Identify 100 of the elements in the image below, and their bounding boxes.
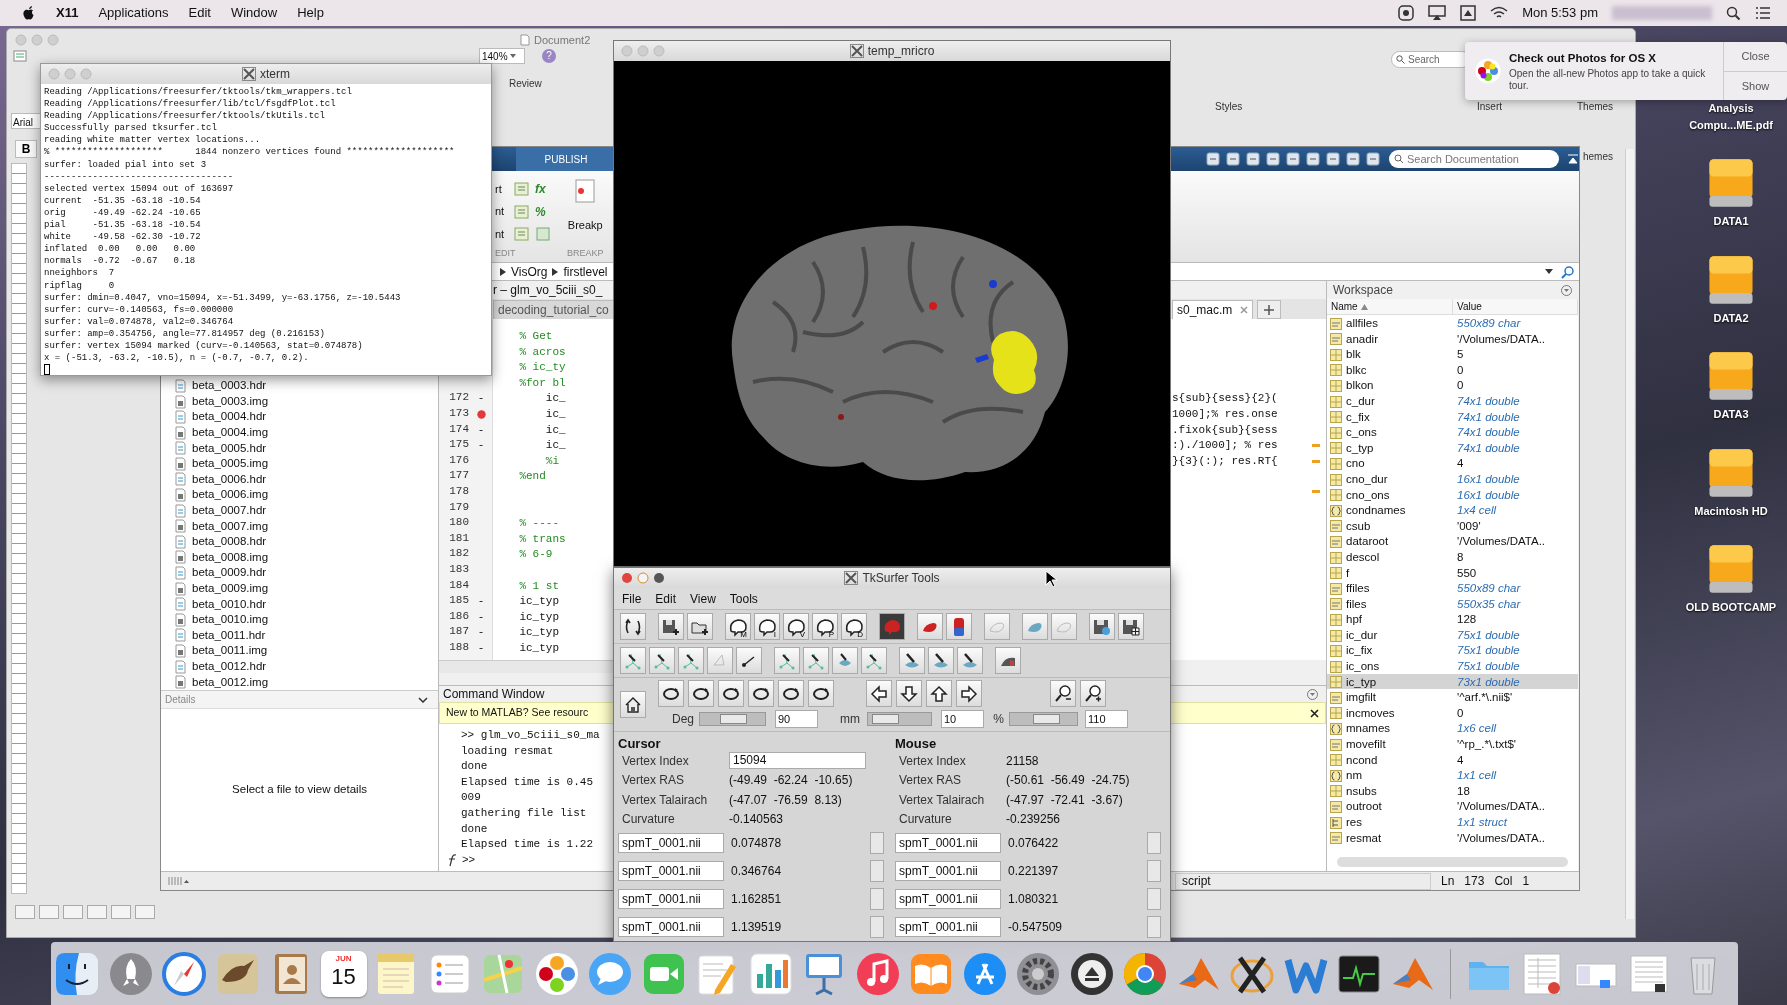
save-grid-button[interactable]: [1118, 613, 1144, 640]
workspace-row[interactable]: descol 8: [1327, 548, 1578, 565]
file-name[interactable]: beta_0004.img: [192, 424, 269, 442]
wifi-icon[interactable]: [1490, 6, 1509, 20]
file-name[interactable]: beta_0009.hdr: [192, 564, 267, 582]
workspace-row[interactable]: c_dur 74x1 double: [1327, 392, 1578, 409]
file-name[interactable]: beta_0011.hdr: [192, 626, 266, 645]
menu-clock[interactable]: Mon 5:53 pm: [1522, 3, 1598, 23]
workspace-row[interactable]: c_typ 74x1 double: [1327, 439, 1578, 456]
grip-icon[interactable]: [167, 876, 189, 886]
console-prompt[interactable]: >>: [462, 852, 476, 869]
file-name[interactable]: beta_0004.hdr: [192, 408, 267, 426]
workspace-row[interactable]: f 550: [1327, 564, 1578, 581]
menu-item[interactable]: Help: [297, 3, 324, 23]
function-icon[interactable]: [447, 854, 459, 868]
ribbon-tab[interactable]: Review: [509, 76, 542, 91]
file-name[interactable]: beta_0003.hdr: [192, 377, 267, 395]
drive-label[interactable]: OLD BOOTCAMP: [1677, 599, 1785, 616]
workspace-row[interactable]: allfiles 550x89 char: [1327, 315, 1578, 331]
workspace-row[interactable]: movefilt '^rp_.*\.txt$': [1327, 736, 1578, 752]
file-name[interactable]: beta_0009.img: [192, 580, 269, 598]
menu-item[interactable]: Window: [230, 3, 278, 23]
path-segment[interactable]: firstlevel: [563, 262, 608, 281]
scrollbar[interactable]: [439, 660, 614, 673]
workspace-row[interactable]: cno_dur 16x1 double: [1327, 470, 1578, 487]
column-header[interactable]: Value: [1457, 299, 1482, 314]
rotate-arrows-button[interactable]: [620, 613, 646, 640]
save-image-button[interactable]: [1089, 613, 1115, 640]
file-field[interactable]: spmT_0001.nii: [895, 861, 1001, 881]
slider-thumb[interactable]: [871, 714, 899, 724]
slider-thumb[interactable]: [1032, 714, 1060, 724]
slider[interactable]: [867, 712, 932, 726]
workspace-row[interactable]: mnames 1x6 cell: [1327, 720, 1578, 737]
apple-icon[interactable]: [22, 5, 36, 21]
drive-label[interactable]: DATA1: [1677, 213, 1785, 230]
pencil-path-button[interactable]: [774, 647, 800, 674]
number-field[interactable]: 10: [941, 710, 984, 728]
scrollbar[interactable]: [1625, 149, 1634, 919]
workspace-row[interactable]: csub '009': [1327, 517, 1578, 534]
search-icon[interactable]: [1561, 264, 1575, 279]
file-name[interactable]: beta_0008.hdr: [192, 533, 267, 551]
save-button[interactable]: [658, 613, 684, 640]
workspace-row[interactable]: blkon 0: [1327, 377, 1578, 393]
slider-thumb[interactable]: [719, 714, 747, 724]
workspace-row[interactable]: anadir '/Volumes/DATA..: [1327, 330, 1578, 347]
toolstrip-label[interactable]: nt: [495, 203, 509, 220]
rotate-button[interactable]: [658, 680, 684, 707]
right-arrow-button[interactable]: [956, 680, 982, 707]
workspace-row[interactable]: blkc 0: [1327, 361, 1578, 378]
surface-button[interactable]: D: [841, 613, 867, 640]
color-bar-button[interactable]: [946, 613, 972, 640]
blob-button[interactable]: [1022, 613, 1048, 640]
scrollbar[interactable]: [1337, 857, 1568, 867]
brain-button[interactable]: [879, 613, 905, 640]
workspace-row[interactable]: ncond 4: [1327, 751, 1578, 768]
editor-tab[interactable]: s0_mac.m: [1172, 300, 1254, 319]
workspace-row[interactable]: cno 4: [1327, 455, 1578, 471]
slider[interactable]: [699, 712, 766, 726]
file-name[interactable]: beta_0006.img: [192, 486, 269, 504]
file-name[interactable]: beta_0012.img: [192, 673, 269, 690]
shaded-surface-button[interactable]: [995, 647, 1021, 674]
workspace-row[interactable]: resmat '/Volumes/DATA..: [1327, 829, 1578, 846]
toolstrip-button[interactable]: Breakp: [567, 216, 603, 233]
text-field[interactable]: 15094: [729, 752, 866, 770]
menu-title[interactable]: X11: [56, 3, 79, 23]
menu-item[interactable]: Edit: [655, 589, 677, 608]
workspace-row[interactable]: cno_ons 16x1 double: [1327, 486, 1578, 503]
file-field[interactable]: spmT_0001.nii: [618, 889, 724, 909]
panel-menu-icon[interactable]: [1561, 284, 1572, 296]
path-points-button[interactable]: [649, 647, 675, 674]
rotate-button[interactable]: [688, 680, 714, 707]
workspace-row[interactable]: res 1x1 struct: [1327, 814, 1578, 830]
folder-plus-button[interactable]: [687, 613, 713, 640]
home-button[interactable]: [620, 691, 646, 718]
left-arrow-button[interactable]: [866, 680, 892, 707]
ribbon-tab[interactable]: PUBLISH: [516, 147, 616, 171]
drive-label[interactable]: DATA3: [1677, 406, 1785, 423]
fill-tool-button[interactable]: [899, 647, 925, 674]
window-buttons-icon[interactable]: [621, 572, 665, 584]
workspace-row[interactable]: blk 5: [1327, 346, 1578, 362]
rounded-square-icon[interactable]: [1398, 5, 1415, 21]
zoom-in-button[interactable]: [1080, 680, 1106, 707]
toolstrip-label[interactable]: nt: [495, 225, 509, 243]
workspace-row[interactable]: imgfilt '^arf.*\.nii$': [1327, 689, 1578, 705]
workspace-row[interactable]: outroot '/Volumes/DATA..: [1327, 798, 1578, 814]
fill-button[interactable]: [832, 647, 858, 674]
rotate-button[interactable]: [808, 680, 834, 707]
menu-item[interactable]: Edit: [188, 3, 211, 23]
file-name[interactable]: beta_0010.hdr: [192, 595, 267, 613]
breakpoint-icon[interactable]: [476, 409, 486, 419]
toolstrip-button[interactable]: %: [535, 202, 546, 221]
file-name[interactable]: beta_0007.img: [192, 517, 269, 535]
notification-button[interactable]: Close: [1724, 42, 1787, 71]
new-tab-button[interactable]: [1257, 300, 1282, 319]
file-label[interactable]: Analysis Compu...ME.pdf: [1677, 100, 1785, 133]
workspace-row[interactable]: ic_ons 75x1 double: [1327, 658, 1578, 674]
file-field[interactable]: spmT_0001.nii: [618, 833, 724, 853]
compass-icon[interactable]: [160, 949, 208, 998]
menu-item[interactable]: File: [622, 589, 642, 608]
search-icon[interactable]: [1726, 5, 1741, 21]
